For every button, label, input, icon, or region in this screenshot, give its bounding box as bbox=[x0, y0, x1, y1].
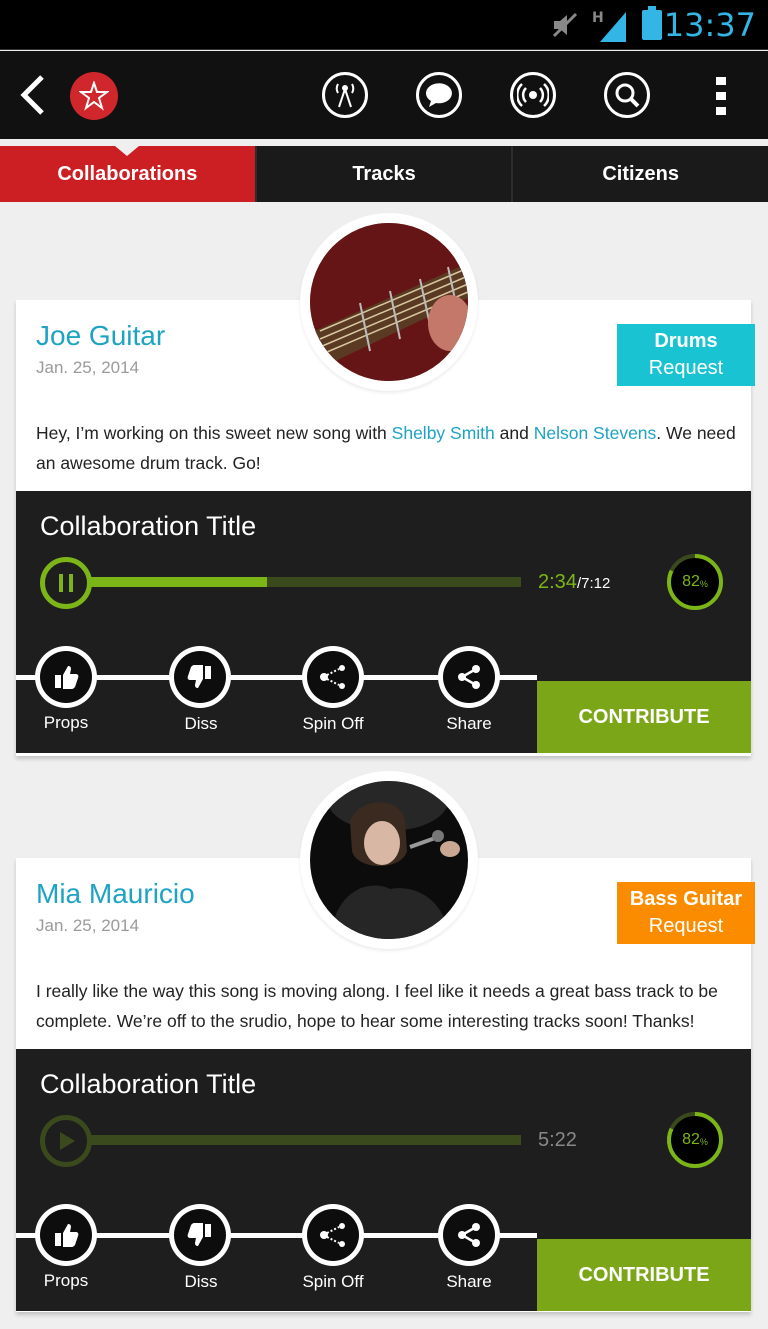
broadcast-icon[interactable] bbox=[510, 72, 556, 118]
play-button[interactable] bbox=[40, 1115, 92, 1167]
share-label: Share bbox=[446, 714, 492, 733]
props-button[interactable] bbox=[35, 1204, 97, 1266]
completion-value: 82 bbox=[682, 573, 700, 590]
share-label: Share bbox=[446, 1272, 492, 1291]
pause-icon bbox=[59, 574, 73, 592]
track-time: 5:22 bbox=[538, 1129, 577, 1151]
author-name[interactable]: Joe Guitar bbox=[36, 320, 165, 352]
completion-unit: % bbox=[699, 579, 708, 589]
avatar-photo bbox=[310, 781, 468, 939]
contribute-button[interactable]: CONTRIBUTE bbox=[537, 1239, 751, 1311]
pause-button[interactable] bbox=[40, 557, 92, 609]
request-badge: Bass Guitar Request bbox=[617, 882, 755, 944]
share-icon bbox=[458, 1223, 480, 1247]
collaboration-title: Collaboration Title bbox=[40, 1069, 257, 1099]
chat-bubble-icon[interactable] bbox=[416, 72, 462, 118]
share-button[interactable] bbox=[438, 1204, 500, 1266]
message-text: Hey, I’m working on this sweet new song … bbox=[36, 423, 392, 443]
post-message: I really like the way this song is movin… bbox=[36, 981, 718, 1031]
time-total: /7:12 bbox=[576, 575, 611, 592]
signal-icon: H bbox=[592, 10, 626, 42]
thumbs-up-icon bbox=[55, 1224, 79, 1247]
completion-label: 82% bbox=[666, 553, 724, 611]
diss-label: Diss bbox=[184, 1272, 218, 1291]
share-icon bbox=[458, 665, 480, 689]
contribute-button[interactable]: CONTRIBUTE bbox=[537, 681, 751, 753]
badge-subtitle: Request bbox=[648, 915, 724, 937]
completion-unit: % bbox=[699, 1137, 708, 1147]
diss-button[interactable] bbox=[169, 1204, 231, 1266]
props-label: Props bbox=[43, 713, 89, 732]
request-badge: Drums Request bbox=[617, 324, 755, 386]
completion-value: 82 bbox=[682, 1131, 700, 1148]
props-button[interactable] bbox=[35, 646, 97, 708]
tab-collaborations[interactable]: Collaborations bbox=[0, 146, 255, 202]
thumbs-down-icon bbox=[187, 1223, 211, 1246]
time-current: 2:34 bbox=[538, 571, 577, 593]
share-button[interactable] bbox=[438, 646, 500, 708]
spin-off-label: Spin Off bbox=[302, 714, 364, 733]
status-time: 13:37 bbox=[663, 6, 756, 44]
badge-subtitle: Request bbox=[648, 357, 724, 379]
post-message: Hey, I’m working on this sweet new song … bbox=[36, 418, 736, 478]
avatar[interactable] bbox=[300, 213, 478, 391]
search-icon[interactable] bbox=[604, 72, 650, 118]
tab-bar: Collaborations Tracks Citizens bbox=[0, 146, 768, 202]
collaboration-title: Collaboration Title bbox=[40, 511, 257, 541]
player-panel: Collaboration Title 2:34/7:12 82% Props … bbox=[16, 491, 751, 753]
props-label: Props bbox=[43, 1271, 89, 1290]
tab-citizens[interactable]: Citizens bbox=[511, 146, 768, 202]
status-bar: H 13:37 bbox=[0, 0, 768, 50]
radio-tower-icon[interactable] bbox=[322, 72, 368, 118]
thumbs-up-icon bbox=[55, 666, 79, 689]
diss-label: Diss bbox=[184, 714, 218, 733]
overflow-menu-icon[interactable] bbox=[712, 73, 732, 119]
progress-track[interactable] bbox=[76, 1135, 521, 1145]
avatar[interactable] bbox=[300, 771, 478, 949]
thumbs-down-icon bbox=[187, 665, 211, 688]
spin-off-button[interactable] bbox=[302, 1204, 364, 1266]
spin-off-label: Spin Off bbox=[302, 1272, 364, 1291]
post-date: Jan. 25, 2014 bbox=[36, 916, 140, 935]
battery-icon bbox=[642, 6, 662, 40]
progress-fill bbox=[76, 577, 268, 587]
network-type-label: H bbox=[592, 10, 604, 26]
track-time: 2:34/7:12 bbox=[538, 571, 610, 594]
spin-off-icon bbox=[320, 665, 345, 689]
mute-icon bbox=[552, 12, 578, 38]
tab-tracks[interactable]: Tracks bbox=[254, 146, 512, 202]
back-icon[interactable] bbox=[18, 73, 48, 117]
author-name[interactable]: Mia Mauricio bbox=[36, 878, 195, 910]
badge-title: Bass Guitar bbox=[629, 888, 743, 910]
player-panel: Collaboration Title 5:22 82% Props Diss bbox=[16, 1049, 751, 1311]
avatar-photo bbox=[310, 223, 468, 381]
app-logo-icon[interactable] bbox=[70, 72, 118, 120]
message-text: and bbox=[494, 423, 534, 443]
spin-off-button[interactable] bbox=[302, 646, 364, 708]
diss-button[interactable] bbox=[169, 646, 231, 708]
completion-label: 82% bbox=[666, 1111, 724, 1169]
badge-title: Drums bbox=[654, 330, 718, 352]
post-date: Jan. 25, 2014 bbox=[36, 358, 140, 377]
user-link[interactable]: Nelson Stevens bbox=[534, 423, 657, 443]
action-bar bbox=[0, 51, 768, 139]
user-link[interactable]: Shelby Smith bbox=[392, 423, 495, 443]
spin-off-icon bbox=[320, 1223, 345, 1247]
play-icon bbox=[60, 1132, 75, 1150]
